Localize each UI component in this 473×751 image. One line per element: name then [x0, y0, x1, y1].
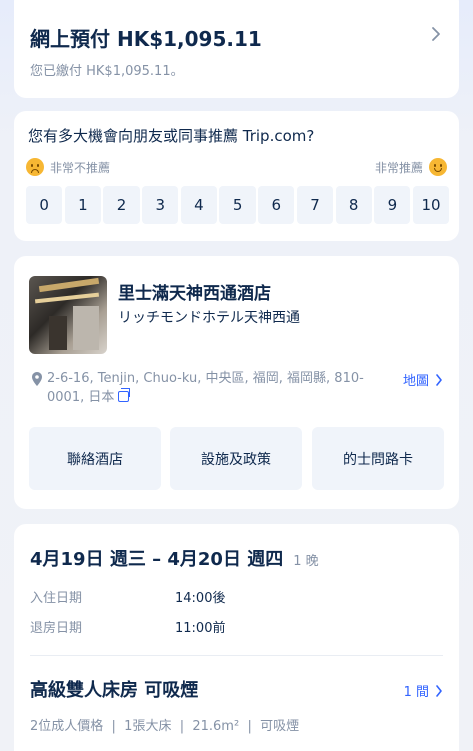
map-link[interactable]: 地圖 [403, 370, 443, 389]
stay-details-card: 4月19日 週三 – 4月20日 週四 1 晚 入住日期 14:00後 退房日期 … [14, 524, 459, 751]
hotel-name-japanese: リッチモンドホテル天神西通 [118, 310, 300, 326]
nps-score-7[interactable]: 7 [296, 186, 334, 224]
nps-survey-card: 您有多大機會向朋友或同事推薦 Trip.com? 非常不推薦 非常推薦 0 1 … [14, 111, 459, 241]
hotel-info-card: 里士滿天神西通酒店 リッチモンドホテル天神西通 2-6-16, Tenjin, … [14, 256, 459, 509]
hotel-address-text: 2-6-16, Tenjin, Chuo-ku, 中央區, 福岡, 福岡縣, 8… [47, 371, 364, 405]
payment-subtitle: 您已繳付 HK$1,095.11。 [30, 64, 184, 79]
nps-score-8[interactable]: 8 [335, 186, 372, 224]
location-pin-icon [32, 372, 42, 386]
taxi-card-button[interactable]: 的士問路卡 [312, 427, 444, 490]
nps-score-5[interactable]: 5 [219, 186, 256, 224]
map-label: 地圖 [402, 374, 429, 389]
hotel-name: 里士滿天神西通酒店 [118, 284, 271, 304]
room-specs: 2位成人價格 | 1張大床 | 21.6m² | 可吸煙 [30, 719, 300, 734]
divider [30, 655, 443, 656]
chevron-right-icon[interactable] [429, 25, 443, 43]
sad-face-icon [26, 158, 44, 176]
happy-face-icon [429, 158, 447, 176]
nps-question: 您有多大機會向朋友或同事推薦 Trip.com? [28, 127, 315, 145]
nps-right-text: 非常推薦 [374, 160, 423, 175]
nps-left-label: 非常不推薦 [26, 158, 110, 176]
nps-score-4[interactable]: 4 [180, 186, 218, 224]
chevron-right-icon [436, 373, 442, 386]
payment-title: 網上預付 HK$1,095.11 [30, 27, 262, 51]
payment-card[interactable]: 網上預付 HK$1,095.11 您已繳付 HK$1,095.11。 [14, 0, 459, 98]
checkin-label: 入住日期 [30, 591, 83, 606]
nps-score-0[interactable]: 0 [26, 186, 63, 224]
room-count-link[interactable]: 1 間 [404, 681, 443, 700]
checkout-value: 11:00前 [175, 621, 226, 636]
nps-score-3[interactable]: 3 [142, 186, 179, 224]
nps-right-label: 非常推薦 [375, 158, 447, 176]
hotel-photo[interactable] [29, 276, 107, 354]
facilities-policies-button[interactable]: 設施及政策 [170, 427, 302, 490]
stay-dates: 4月19日 週三 – 4月20日 週四 1 晚 [30, 545, 319, 571]
nps-score-9[interactable]: 9 [374, 186, 411, 224]
stay-nights: 1 晚 [293, 554, 319, 569]
nps-score-10[interactable]: 10 [412, 186, 450, 224]
nps-score-scale: 0 1 2 3 4 5 6 7 8 9 10 [26, 186, 450, 224]
checkin-value: 14:00後 [175, 591, 226, 606]
hotel-address: 2-6-16, Tenjin, Chuo-ku, 中央區, 福岡, 福岡縣, 8… [47, 369, 377, 407]
nps-score-6[interactable]: 6 [258, 186, 295, 224]
checkout-label: 退房日期 [30, 621, 83, 636]
room-count: 1 間 [403, 685, 429, 700]
chevron-right-icon [436, 684, 442, 697]
nps-score-2[interactable]: 2 [103, 186, 140, 224]
contact-hotel-button[interactable]: 聯絡酒店 [29, 427, 161, 490]
copy-icon[interactable] [118, 388, 131, 402]
nps-score-1[interactable]: 1 [64, 186, 101, 224]
stay-date-range: 4月19日 週三 – 4月20日 週四 [30, 549, 284, 570]
room-name: 高級雙人床房 可吸煙 [30, 680, 199, 701]
nps-left-text: 非常不推薦 [50, 160, 111, 175]
